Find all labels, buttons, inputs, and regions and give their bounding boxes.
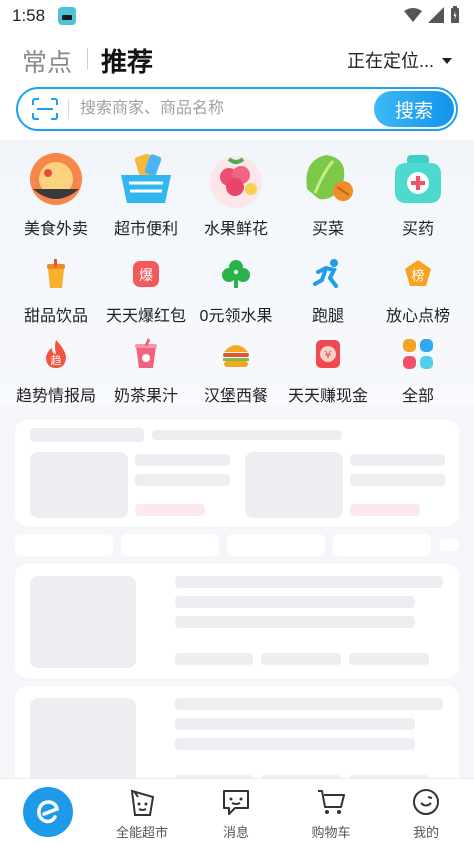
nav-cart[interactable]: 购物车 (284, 779, 378, 843)
eleme-home-icon (23, 787, 73, 837)
red-packet-icon: 爆 (128, 256, 164, 292)
category-dessert-drink[interactable]: 甜品饮品 (10, 256, 102, 326)
category-trend[interactable]: 趋 趋势情报局 (10, 336, 102, 406)
supermarket-bag-icon (130, 789, 155, 816)
cart-icon (318, 790, 345, 814)
category-label: 美食外卖 (23, 221, 88, 238)
category-label: 甜品饮品 (23, 308, 88, 325)
category-label: 买药 (401, 221, 434, 238)
category-label: 天天爆红包 (105, 308, 186, 325)
burger-icon (218, 336, 254, 372)
category-free-fruit[interactable]: 0元领水果 (190, 256, 282, 326)
wifi-icon (404, 8, 422, 22)
svg-text:榜: 榜 (411, 268, 424, 284)
category-label: 全部 (401, 388, 434, 405)
top-header: 常点 推荐 正在定位... (0, 34, 474, 84)
dessert-drink-icon (38, 256, 74, 292)
cash-envelope-icon: ¥ (310, 336, 346, 372)
nav-label: 全能超市 (115, 825, 168, 840)
skeleton-store-card (15, 564, 459, 678)
all-grid-icon (400, 336, 436, 372)
signal-icon (428, 7, 444, 23)
nav-label: 我的 (412, 825, 439, 840)
nav-label: 购物车 (311, 825, 351, 840)
caret-down-icon (442, 58, 452, 64)
nav-home[interactable] (0, 779, 94, 843)
search-input[interactable] (80, 89, 370, 129)
supermarket-basket-icon (114, 148, 178, 212)
milk-tea-icon (128, 336, 164, 372)
errand-runner-icon (310, 256, 346, 292)
loading-skeleton (0, 406, 474, 796)
category-supermarket[interactable]: 超市便利 (100, 148, 192, 239)
category-label: 天天赚现金 (287, 388, 368, 405)
svg-text:爆: 爆 (139, 268, 153, 284)
category-red-packet[interactable]: 爆 天天爆红包 (100, 256, 192, 326)
tab-recommend[interactable]: 推荐 (101, 42, 153, 79)
trend-fire-icon: 趋 (38, 336, 74, 372)
status-bar: 1:58 (0, 0, 474, 34)
category-all[interactable]: 全部 (372, 336, 464, 406)
free-fruit-tree-icon (218, 256, 254, 292)
category-ranking[interactable]: 榜 放心点榜 (372, 256, 464, 326)
category-errand[interactable]: 跑腿 (282, 256, 374, 326)
category-label: 放心点榜 (385, 308, 450, 325)
vegetable-icon (296, 148, 360, 212)
battery-icon (451, 6, 459, 23)
search-separator (68, 99, 69, 119)
category-burger[interactable]: 汉堡西餐 (190, 336, 282, 406)
status-time: 1:58 (12, 6, 46, 25)
category-earn-cash[interactable]: ¥ 天天赚现金 (282, 336, 374, 406)
fruit-flower-icon (204, 148, 268, 212)
category-label: 超市便利 (113, 221, 178, 238)
category-vegetable[interactable]: 买菜 (282, 148, 374, 239)
category-fruit-flower[interactable]: 水果鲜花 (190, 148, 282, 239)
category-label: 奶茶果汁 (113, 388, 178, 405)
category-milk-tea[interactable]: 奶茶果汁 (100, 336, 192, 406)
ranking-badge-icon: 榜 (400, 256, 436, 292)
system-icons (404, 6, 460, 24)
category-food-delivery[interactable]: 美食外卖 (10, 148, 102, 239)
skeleton-card (15, 420, 459, 526)
location-selector[interactable]: 正在定位... (347, 47, 452, 73)
category-label: 0元领水果 (199, 308, 273, 325)
medicine-kit-icon (386, 148, 450, 212)
category-label: 汉堡西餐 (203, 388, 268, 405)
svg-text:¥: ¥ (325, 349, 332, 362)
nav-messages[interactable]: 消息 (189, 779, 283, 843)
profile-icon (413, 789, 439, 815)
nav-label: 消息 (222, 825, 249, 840)
message-icon (223, 790, 249, 815)
category-label: 水果鲜花 (203, 221, 268, 238)
category-grid: 美食外卖 超市便利 水果鲜花 买菜 买药 甜品饮品 爆 天天爆红包 0元领水果 … (0, 140, 474, 406)
nav-profile[interactable]: 我的 (379, 779, 473, 843)
nav-supermarket[interactable]: 全能超市 (95, 779, 189, 843)
tab-divider (87, 48, 88, 70)
category-label: 趋势情报局 (15, 388, 96, 405)
svg-text:趋: 趋 (51, 354, 62, 367)
category-medicine[interactable]: 买药 (372, 148, 464, 239)
category-label: 跑腿 (311, 308, 344, 325)
scan-icon[interactable] (32, 98, 58, 120)
food-delivery-icon (24, 148, 88, 212)
tab-frequent[interactable]: 常点 (22, 43, 72, 79)
location-label: 正在定位... (346, 51, 434, 71)
app-notification-icon (58, 7, 76, 25)
bottom-navigation: 全能超市 消息 购物车 我的 (0, 778, 474, 843)
search-bar: 搜索 (16, 87, 458, 131)
search-button[interactable]: 搜索 (374, 91, 454, 127)
category-label: 买菜 (311, 221, 344, 238)
